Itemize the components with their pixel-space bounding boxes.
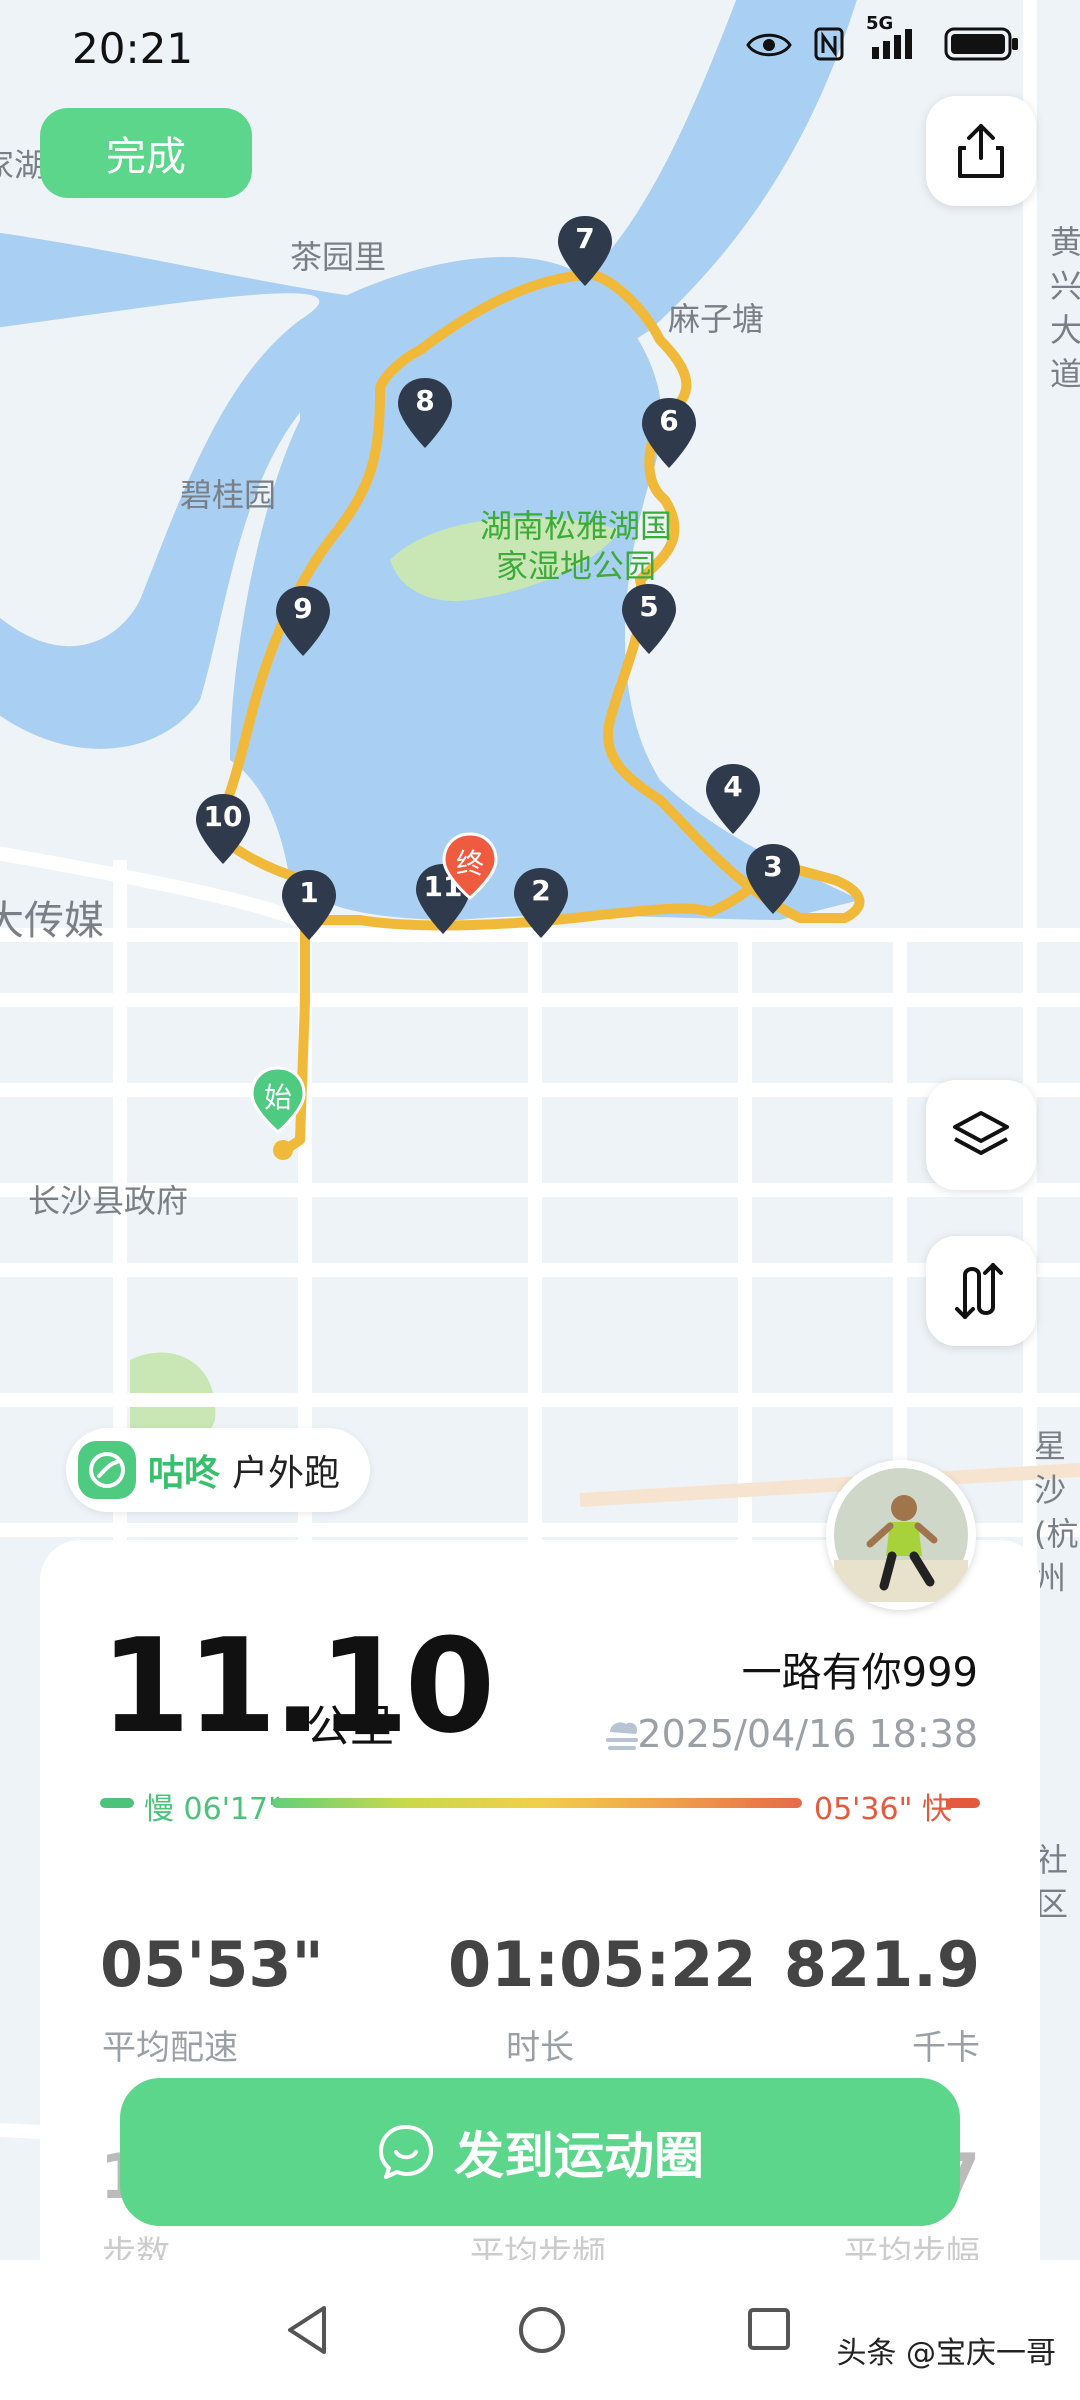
watermark: 头条 @宝庆一哥 (836, 2336, 1056, 2371)
place-label-right-top: 黄兴大道 (1050, 223, 1080, 393)
place-label-county-gov: 长沙县政府 (28, 1182, 189, 1220)
signal-icon: 5G (866, 13, 922, 70)
km-marker-label: 8 (415, 384, 435, 417)
stat-avg-pace-value: 05'53" (100, 1928, 324, 2001)
start-marker[interactable]: 始 (248, 1066, 308, 1136)
km-marker[interactable]: 9 (274, 584, 332, 658)
pace-slow-label: 慢 06'17" (144, 1792, 282, 1827)
km-marker[interactable]: 10 (194, 792, 252, 866)
pace-gradient-bar (272, 1798, 802, 1808)
km-marker[interactable]: 7 (556, 214, 614, 288)
km-marker[interactable]: 5 (620, 582, 678, 656)
place-label-chayuanli: 茶园里 (290, 238, 387, 276)
chat-bubble-icon (379, 2125, 433, 2179)
done-button[interactable]: 完成 (40, 108, 252, 198)
km-marker[interactable]: 2 (512, 866, 570, 940)
navigation-bar: 头条 @宝庆一哥 (0, 2260, 1080, 2400)
km-marker-label: 5 (639, 590, 659, 623)
km-marker-label: 4 (723, 770, 743, 803)
km-marker-label: 3 (763, 850, 783, 883)
stat-calories-value: 821.9 (783, 1928, 980, 2001)
nfc-icon (814, 27, 844, 70)
km-marker[interactable]: 4 (704, 762, 762, 836)
user-nickname: 一路有你999 (741, 1650, 978, 1696)
km-marker[interactable]: 6 (640, 396, 698, 470)
share-to-sports-circle-button[interactable]: 发到运动圈 (120, 2078, 960, 2226)
back-icon[interactable] (282, 2302, 332, 2362)
home-icon[interactable] (516, 2304, 568, 2360)
park-label-line2: 家湿地公园 (496, 547, 657, 585)
activity-type: 户外跑 (232, 1453, 341, 1494)
distance-value: 11.10 (100, 1610, 495, 1762)
place-label-mazitang: 麻子塘 (668, 300, 765, 338)
km-marker-label: 7 (575, 222, 595, 255)
route-toggle-icon (955, 1263, 1003, 1319)
status-bar: 20:21 5G (0, 0, 1080, 100)
km-marker-label: 10 (203, 800, 243, 833)
distance-unit: 公里 (306, 1701, 394, 1752)
status-icons: 5G (746, 13, 1020, 71)
layers-icon (953, 1111, 1009, 1155)
eye-icon (746, 29, 792, 69)
km-marker[interactable]: 1 (280, 868, 338, 942)
km-marker-label: 9 (293, 592, 313, 625)
place-label-right-mid: 星沙(杭州 (1034, 1427, 1079, 1597)
status-time: 20:21 (72, 24, 194, 73)
share-export-button[interactable] (926, 96, 1036, 206)
km-marker-label: 6 (659, 404, 679, 437)
place-label-right-low: 社区 (1036, 1841, 1069, 1923)
end-marker[interactable]: 终 (440, 832, 500, 902)
km-marker-label: 1 (299, 876, 319, 909)
pace-fast-swatch (946, 1798, 980, 1808)
activity-datetime: 2025/04/16 18:38 (637, 1712, 978, 1756)
pace-slow-swatch (100, 1798, 134, 1808)
park-label-line1: 湖南松雅湖国 (480, 507, 673, 545)
start-label: 始 (263, 1081, 292, 1114)
place-label-biguiyuan: 碧桂园 (180, 476, 277, 514)
avatar[interactable] (826, 1460, 976, 1610)
brand-name: 咕咚 (148, 1453, 221, 1494)
km-marker-label: 2 (531, 874, 551, 907)
brand-logo-icon (78, 1441, 136, 1499)
park-label: 湖南松雅湖国 家湿地公园 (480, 506, 672, 586)
battery-icon (944, 26, 1020, 71)
stat-duration-value: 01:05:22 (448, 1928, 757, 2001)
route-toggle-button[interactable] (926, 1236, 1036, 1346)
recents-icon[interactable] (746, 2306, 792, 2356)
stat-duration-label: 时长 (506, 2028, 574, 2068)
network-type: 5G (866, 13, 894, 34)
place-label-media: 大传媒 (0, 898, 104, 944)
share-icon (958, 124, 1004, 178)
km-marker[interactable]: 8 (396, 376, 454, 450)
brand-badge: 咕咚 户外跑 (66, 1428, 371, 1512)
end-label: 终 (455, 847, 484, 880)
share-button-label: 发到运动圈 (454, 2127, 704, 2185)
stat-avg-pace-label: 平均配速 (102, 2028, 238, 2068)
km-marker[interactable]: 3 (744, 842, 802, 916)
stat-calories-label: 千卡 (912, 2028, 980, 2068)
map-layers-button[interactable] (926, 1080, 1036, 1190)
pace-fast-label: 05'36" 快 (814, 1792, 952, 1827)
